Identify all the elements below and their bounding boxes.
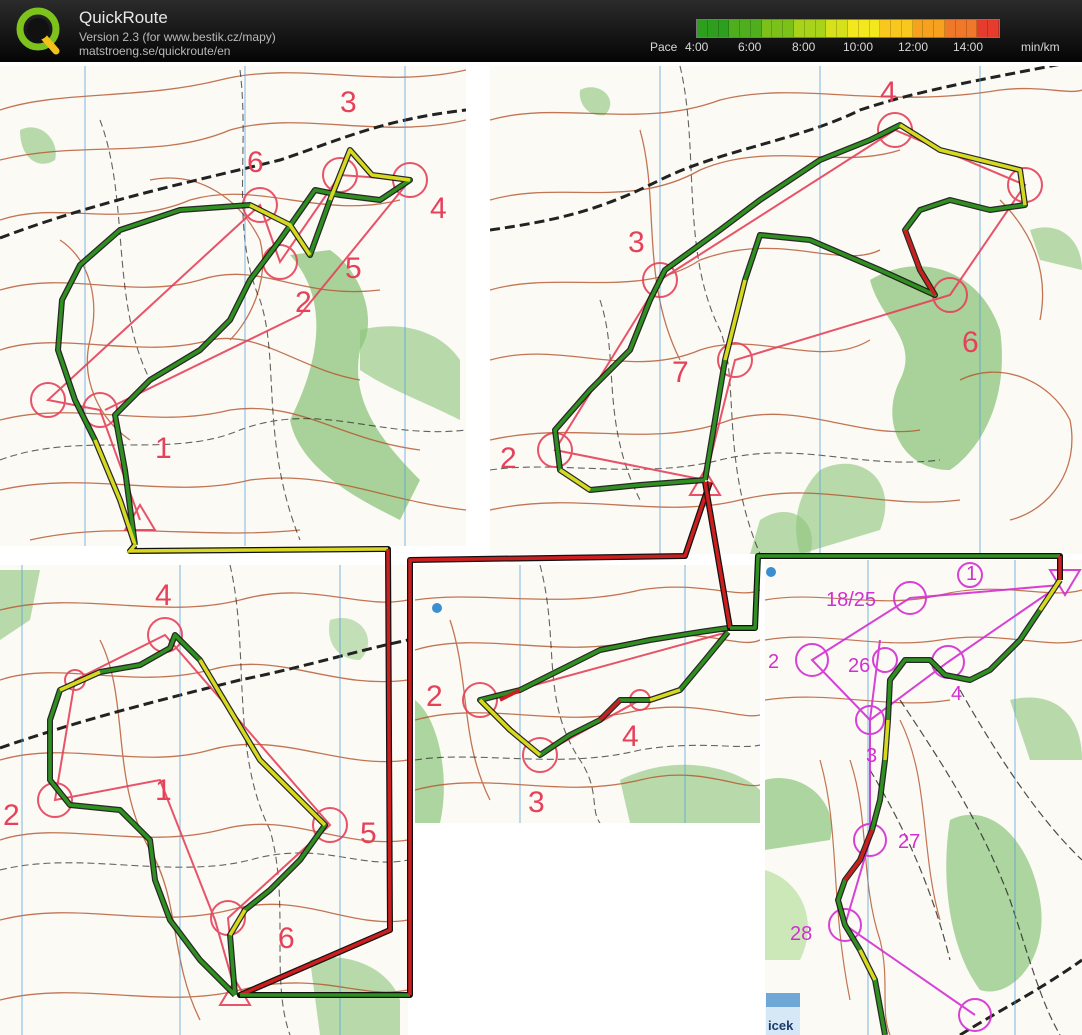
control-number-label: 4 bbox=[880, 76, 897, 109]
pace-color-cell bbox=[804, 20, 816, 37]
app-header: QuickRoute Version 2.3 (for www.bestik.c… bbox=[0, 0, 1082, 62]
control-number-label: 4 bbox=[951, 683, 962, 705]
pace-color-cell bbox=[901, 20, 913, 37]
control-number-label: 2 bbox=[3, 799, 20, 832]
pace-color-cell bbox=[847, 20, 859, 37]
control-number-label: 2 bbox=[295, 286, 312, 319]
pace-color-cell bbox=[880, 20, 892, 37]
control-number-label: 4 bbox=[430, 192, 447, 225]
pace-color-cell bbox=[718, 20, 730, 37]
control-number-label: 5 bbox=[345, 252, 362, 285]
pace-tick: 4:00 bbox=[685, 40, 709, 54]
pace-tick: 10:00 bbox=[843, 40, 874, 54]
control-number-label: 5 bbox=[360, 817, 377, 850]
pace-color-cell bbox=[729, 20, 741, 37]
control-number-label: 6 bbox=[278, 922, 295, 955]
pace-color-cell bbox=[966, 20, 978, 37]
control-number-label: 1 bbox=[155, 774, 172, 807]
control-number-label: 2 bbox=[500, 442, 517, 475]
app-title: QuickRoute bbox=[79, 8, 168, 27]
map-panel-b: 2 3 4 6 7 bbox=[490, 66, 1082, 554]
pace-color-cell bbox=[772, 20, 784, 37]
map-panel-c: 1 2 4 5 6 bbox=[0, 565, 408, 1035]
pace-color-cell bbox=[955, 20, 967, 37]
pace-color-cell bbox=[988, 20, 999, 37]
map-fragment-text: icek bbox=[768, 1018, 794, 1033]
pace-color-cell bbox=[707, 20, 719, 37]
control-number-label: 6 bbox=[962, 326, 979, 359]
map-panel-a: 1 2 3 4 5 6 bbox=[0, 66, 466, 546]
pace-color-cell bbox=[858, 20, 870, 37]
control-number-label: 2 bbox=[426, 680, 443, 713]
pace-tick: 12:00 bbox=[898, 40, 929, 54]
pace-color-cell bbox=[815, 20, 827, 37]
pace-color-cell bbox=[977, 20, 989, 37]
quickroute-logo-icon bbox=[16, 7, 60, 55]
pace-color-cell bbox=[923, 20, 935, 37]
pace-color-cell bbox=[944, 20, 956, 37]
control-number-label: 6 bbox=[247, 146, 264, 179]
pace-color-cell bbox=[750, 20, 762, 37]
version-text: Version 2.3 (for www.bestik.cz/mapy) bbox=[79, 30, 276, 44]
control-number-label: 27 bbox=[898, 831, 920, 853]
control-number-label: 28 bbox=[790, 923, 812, 945]
pace-color-cell bbox=[761, 20, 773, 37]
pace-label: Pace bbox=[650, 40, 678, 54]
pace-tick: 14:00 bbox=[953, 40, 984, 54]
pace-color-cell bbox=[912, 20, 924, 37]
control-number-label: 7 bbox=[672, 356, 689, 389]
control-number-label: 3 bbox=[340, 86, 357, 119]
control-number-label: 3 bbox=[866, 745, 877, 767]
pace-color-cell bbox=[740, 20, 751, 37]
orienteering-map[interactable]: 1 2 3 4 5 6 23467 12456 234 123418/25262728 i… bbox=[0, 62, 1082, 1035]
pace-color-cell bbox=[934, 20, 945, 37]
control-number-label: 1 bbox=[155, 432, 172, 465]
control-number-label: 18/25 bbox=[826, 589, 876, 611]
control-number-label: 2 bbox=[768, 651, 779, 673]
pace-tick: 8:00 bbox=[792, 40, 816, 54]
pace-unit: min/km bbox=[1021, 40, 1060, 54]
pace-color-cell bbox=[783, 20, 795, 37]
pace-color-cell bbox=[697, 20, 708, 37]
pace-color-cell bbox=[826, 20, 838, 37]
control-number-label: 26 bbox=[848, 655, 870, 677]
control-number-label: 4 bbox=[622, 720, 639, 753]
app-url: matstroeng.se/quickroute/en bbox=[79, 44, 231, 58]
pace-tick: 6:00 bbox=[738, 40, 762, 54]
pace-color-scale bbox=[696, 19, 1000, 38]
control-number-label: 3 bbox=[528, 786, 545, 819]
pace-color-cell bbox=[794, 20, 805, 37]
pace-color-cell bbox=[869, 20, 881, 37]
control-number-label: 4 bbox=[155, 579, 172, 612]
pace-color-cell bbox=[891, 20, 902, 37]
map-panel-e: 1 2 3 4 18/25 26 27 28 icek bbox=[765, 560, 1082, 1035]
control-number-label: 3 bbox=[628, 226, 645, 259]
map-panel-d: 2 3 4 bbox=[415, 565, 760, 823]
control-number-label: 1 bbox=[966, 563, 977, 585]
pace-color-cell bbox=[837, 20, 848, 37]
